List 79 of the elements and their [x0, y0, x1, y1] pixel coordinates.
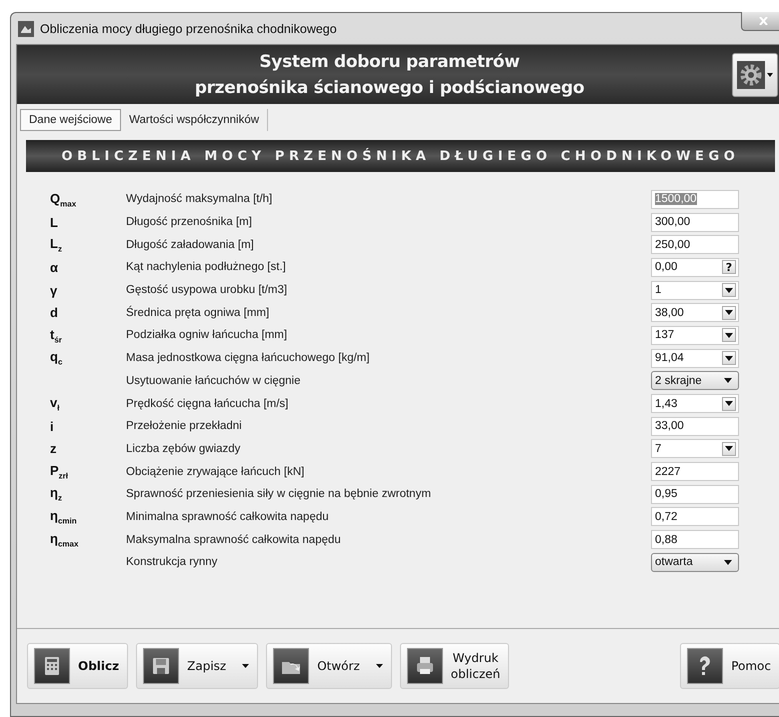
dropdown-icon[interactable] — [722, 396, 736, 411]
symbol-label: α — [50, 260, 59, 275]
input-field[interactable]: 0,88 — [651, 530, 739, 550]
combo-box[interactable]: 7 — [651, 439, 739, 458]
field-label: Maksymalna sprawność całkowita napędu — [126, 534, 342, 546]
caret-icon — [724, 560, 732, 565]
symbol-label: v$_{ł}$ — [50, 394, 60, 412]
combo-box[interactable]: 1,43 — [651, 394, 739, 414]
gear-icon — [737, 60, 765, 88]
help-icon — [687, 648, 724, 684]
symbol-label: L$_{z}$ — [50, 236, 63, 254]
symbol-label: L — [50, 214, 59, 230]
close-button[interactable] — [741, 12, 779, 31]
field-label: Długość załadowania [m] — [126, 238, 255, 251]
combo-box[interactable]: 38,00 — [651, 303, 739, 322]
calculator-icon — [34, 648, 70, 684]
combo-box[interactable]: 91,04 — [651, 348, 739, 368]
field-label: Kąt nachylenia podłużnego [st.] — [126, 261, 287, 274]
input-field[interactable]: 2227 — [651, 462, 739, 482]
field-label: Masa jednostkowa cięgna łańcuchowego [kg/m] — [126, 352, 371, 364]
help-button[interactable]: ? — [722, 260, 736, 274]
toolbar-button[interactable]: Oblicz — [27, 643, 128, 689]
caret-icon — [376, 664, 383, 668]
combo-box[interactable]: 1 — [651, 280, 739, 300]
field-label: Liczba zębów gwiazdy — [126, 442, 242, 455]
field-label: Średnica pręta ogniwa [mm] — [126, 306, 270, 319]
field-label: Usytuowanie łańcuchów w cięgnie — [126, 374, 302, 387]
toolbar-button[interactable]: Otwórz — [266, 643, 392, 689]
dropdown[interactable]: 2 skrajne — [651, 371, 739, 390]
dropdown-icon[interactable] — [722, 351, 736, 366]
caret-icon — [767, 72, 773, 76]
field-label: Gęstość usypowa urobku [t/m3] — [126, 284, 288, 296]
field-label: Konstrukcja rynny — [126, 556, 218, 568]
symbol-label: i — [50, 418, 55, 434]
symbol-label: z — [50, 441, 58, 456]
symbol-label: t$_{śr}$ — [50, 326, 63, 344]
dropdown[interactable]: otwarta — [651, 552, 739, 572]
toolbar-button[interactable]: Wydruk obliczeń — [400, 643, 510, 689]
symbol-label: q$_{c}$ — [50, 349, 64, 367]
settings-button[interactable] — [732, 52, 778, 96]
printer-icon — [406, 648, 443, 684]
field-label: Minimalna sprawność całkowita napędu — [126, 510, 330, 523]
field-label: Prędkość cięgna łańcucha [m/s] — [126, 398, 290, 410]
toolbar-button[interactable]: Zapisz — [136, 643, 258, 689]
input-field[interactable]: 250,00 — [651, 235, 739, 254]
field-label: Długość przenośnika [m] — [126, 216, 253, 228]
symbol-label: η$_{cmin}$ — [50, 508, 78, 526]
tab[interactable]: Wartości współczynników — [121, 109, 268, 131]
input-field[interactable]: 0,95 — [651, 484, 739, 504]
input-field[interactable]: 300,00 — [651, 212, 739, 232]
symbol-label: P$_{zrł}$ — [50, 462, 70, 480]
close-icon — [758, 17, 768, 25]
combo-box[interactable]: 137 — [651, 326, 739, 345]
field-label: Podziałka ogniw łańcucha [mm] — [126, 329, 288, 342]
section-banner: OBLICZENIA MOCY PRZENOŚNIKA DŁUGIEGO CHODNIKOWEGO — [26, 140, 775, 172]
field-label: Sprawność przeniesienia siły w cięgnie na bębnie zwrotnym — [126, 488, 432, 500]
folder-icon — [273, 648, 310, 684]
symbol-label: Q$_{max}$ — [50, 190, 78, 208]
field-label: Wydajność maksymalna [t/h] — [126, 193, 274, 206]
caret-icon — [242, 664, 250, 668]
symbol-label: η$_{z}$ — [50, 485, 63, 504]
symbol-label: γ — [50, 282, 58, 298]
field-label: Obciążenie zrywające łańcuch [kN] — [126, 466, 306, 478]
caret-icon — [724, 378, 732, 384]
toolbar-button[interactable]: Pomoc — [680, 643, 779, 689]
dropdown-icon[interactable] — [722, 328, 736, 342]
tab[interactable]: Dane wejściowe — [20, 109, 122, 131]
field-label: Przełożenie przekładni — [126, 420, 243, 432]
symbol-label: d — [50, 305, 59, 320]
dropdown-icon[interactable] — [722, 306, 736, 320]
input-field[interactable]: 0,00 ? — [651, 258, 739, 277]
window-title: Obliczenia mocy długiego przenośnika chodnikowego — [40, 22, 337, 36]
input-field[interactable]: 33,00 — [651, 416, 739, 436]
app-title: System doboru parametrów przenośnika ścianowego i podścianowego — [194, 50, 586, 100]
symbol-label: η$_{cmax}$ — [50, 530, 80, 548]
input-field[interactable]: 0,72 — [651, 507, 739, 526]
app-icon — [18, 20, 34, 36]
dropdown-icon[interactable] — [722, 442, 736, 456]
dropdown-icon[interactable] — [722, 283, 736, 298]
